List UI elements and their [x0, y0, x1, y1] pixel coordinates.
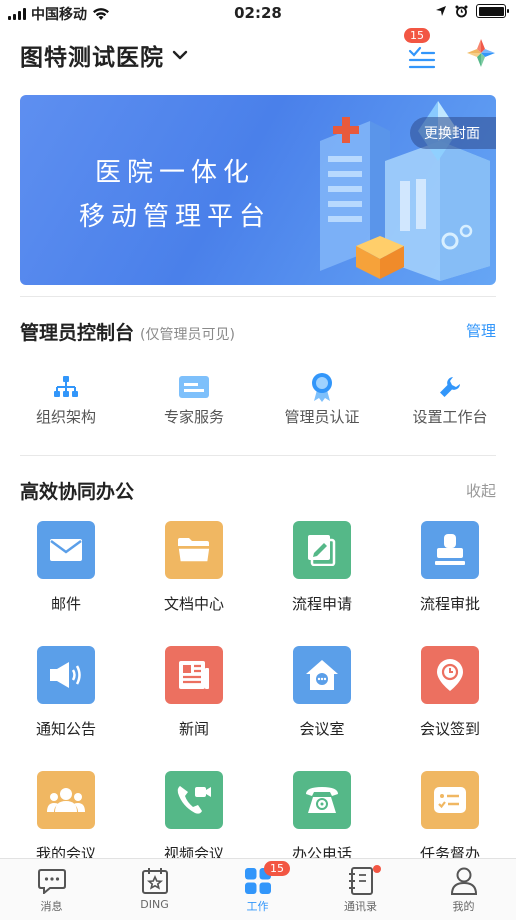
- newspaper-icon: [179, 661, 209, 689]
- header: 图特测试医院 15: [20, 28, 498, 72]
- org-chart-icon: [54, 376, 78, 397]
- admin-console-subtitle: (仅管理员可见): [140, 327, 235, 343]
- divider: [20, 296, 496, 297]
- mail-icon: [50, 539, 82, 561]
- admin-console-title: 管理员控制台 (仅管理员可见): [20, 322, 235, 344]
- tab-profile[interactable]: 我的: [412, 867, 515, 914]
- status-bar: 中国移动 02:28: [0, 0, 516, 26]
- todo-list-icon: [408, 46, 436, 69]
- chat-icon: [37, 869, 66, 894]
- tab-messages[interactable]: 消息: [0, 867, 103, 914]
- location-arrow-icon: [436, 6, 446, 16]
- admin-item-expert-service[interactable]: 专家服务: [130, 372, 258, 427]
- meeting-room-icon: [306, 660, 338, 690]
- banner-title: 医院一体化 移动管理平台: [78, 158, 271, 232]
- contacts-icon: [348, 867, 373, 895]
- work-badge: 15: [264, 861, 290, 876]
- tab-ding[interactable]: DING: [103, 867, 206, 911]
- badge-icon: [312, 373, 332, 402]
- app-notice[interactable]: 通知公告: [2, 646, 130, 739]
- app-meeting-room[interactable]: 会议室: [258, 646, 386, 739]
- task-list-icon: [434, 787, 466, 813]
- divider: [20, 455, 496, 456]
- todo-button[interactable]: 15: [404, 28, 442, 70]
- folder-icon: [177, 538, 211, 563]
- app-logo-icon[interactable]: [466, 38, 496, 68]
- chevron-down-icon: [172, 50, 188, 60]
- tab-work[interactable]: 15 工作: [206, 861, 309, 914]
- location-clock-icon: [437, 659, 463, 691]
- app-my-meetings[interactable]: 我的会议: [2, 771, 130, 864]
- phone-icon: [306, 787, 338, 813]
- app-mail[interactable]: 邮件: [2, 521, 130, 614]
- app-news[interactable]: 新闻: [130, 646, 258, 739]
- collab-section-title: 高效协同办公: [20, 481, 135, 503]
- org-name: 图特测试医院: [20, 45, 164, 71]
- app-document-center[interactable]: 文档中心: [130, 521, 258, 614]
- edit-doc-icon: [308, 535, 336, 566]
- app-task-supervision[interactable]: 任务督办: [386, 771, 514, 864]
- cover-banner[interactable]: 医院一体化 移动管理平台 更换封面: [20, 95, 496, 285]
- video-call-icon: [177, 786, 211, 814]
- admin-tools: 组织架构 专家服务 管理员认证 设置工作台: [0, 372, 516, 432]
- admin-item-org-structure[interactable]: 组织架构: [2, 372, 130, 427]
- app-process-approval[interactable]: 流程审批: [386, 521, 514, 614]
- stamp-icon: [435, 534, 465, 565]
- workbench-page: 中国移动 02:28 图特测试医院 15 医院一体化 移动管理平台 更换封面 管…: [0, 0, 516, 920]
- person-icon: [450, 867, 477, 895]
- collapse-button[interactable]: 收起: [466, 480, 496, 501]
- admin-item-workbench-settings[interactable]: 设置工作台: [386, 372, 514, 427]
- ding-icon: [141, 868, 168, 894]
- app-video-meeting[interactable]: 视频会议: [130, 771, 258, 864]
- tab-bar: 消息 DING 15 工作 通讯录 我的: [0, 858, 516, 920]
- app-meeting-checkin[interactable]: 会议签到: [386, 646, 514, 739]
- org-switcher[interactable]: 图特测试医院: [20, 38, 188, 72]
- tab-contacts[interactable]: 通讯录: [309, 865, 412, 914]
- contacts-notification-dot: [373, 865, 381, 873]
- app-office-phone[interactable]: 办公电话: [258, 771, 386, 864]
- manage-link[interactable]: 管理: [466, 320, 496, 341]
- wrench-icon: [440, 377, 460, 397]
- megaphone-icon: [50, 662, 81, 688]
- people-icon: [47, 788, 85, 812]
- battery-icon: [476, 4, 509, 18]
- todo-badge: 15: [404, 28, 430, 43]
- card-icon: [179, 376, 209, 398]
- alarm-icon: [455, 5, 468, 17]
- admin-item-admin-certification[interactable]: 管理员认证: [258, 372, 386, 427]
- change-cover-button[interactable]: 更换封面: [410, 117, 496, 149]
- app-process-application[interactable]: 流程申请: [258, 521, 386, 614]
